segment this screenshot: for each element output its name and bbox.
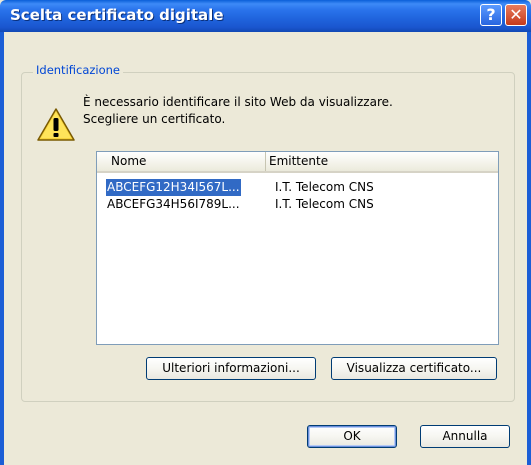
cancel-button[interactable]: Annulla <box>420 425 510 448</box>
title-bar[interactable]: Scelta certificato digitale ? ✕ <box>0 0 531 32</box>
certificate-issuer: I.T. Telecom CNS <box>275 180 374 194</box>
message-line-1: È necessario identificare il sito Web da… <box>83 95 393 109</box>
more-info-button[interactable]: Ulteriori informazioni... <box>146 357 316 380</box>
certificate-name: ABCEFG34H56I789L... <box>107 197 240 211</box>
certificate-name: ABCEFG12H34I567L... <box>106 179 241 196</box>
certificate-dialog: Scelta certificato digitale ? ✕ Identifi… <box>0 0 531 465</box>
group-label: Identificazione <box>33 63 124 77</box>
warning-icon <box>37 108 75 141</box>
window-title: Scelta certificato digitale <box>10 6 224 24</box>
ok-button[interactable]: OK <box>307 425 397 448</box>
message-line-2: Scegliere un certificato. <box>83 112 226 126</box>
column-header-nome[interactable]: Nome <box>97 152 266 171</box>
close-button[interactable]: ✕ <box>505 4 527 26</box>
window-frame-right <box>527 32 531 465</box>
help-button[interactable]: ? <box>480 4 502 26</box>
certificate-list[interactable]: Nome Emittente ABCEFG12H34I567L... I.T. … <box>96 151 499 345</box>
list-item[interactable]: ABCEFG12H34I567L... I.T. Telecom CNS <box>97 179 498 196</box>
view-certificate-button[interactable]: Visualizza certificato... <box>331 357 497 380</box>
certificate-issuer: I.T. Telecom CNS <box>275 197 374 211</box>
list-item[interactable]: ABCEFG34H56I789L... I.T. Telecom CNS <box>97 196 498 213</box>
message-text: È necessario identificare il sito Web da… <box>83 94 393 128</box>
list-header: Nome Emittente <box>97 152 498 173</box>
window-frame-left <box>0 32 4 465</box>
column-header-emittente[interactable]: Emittente <box>266 152 498 171</box>
